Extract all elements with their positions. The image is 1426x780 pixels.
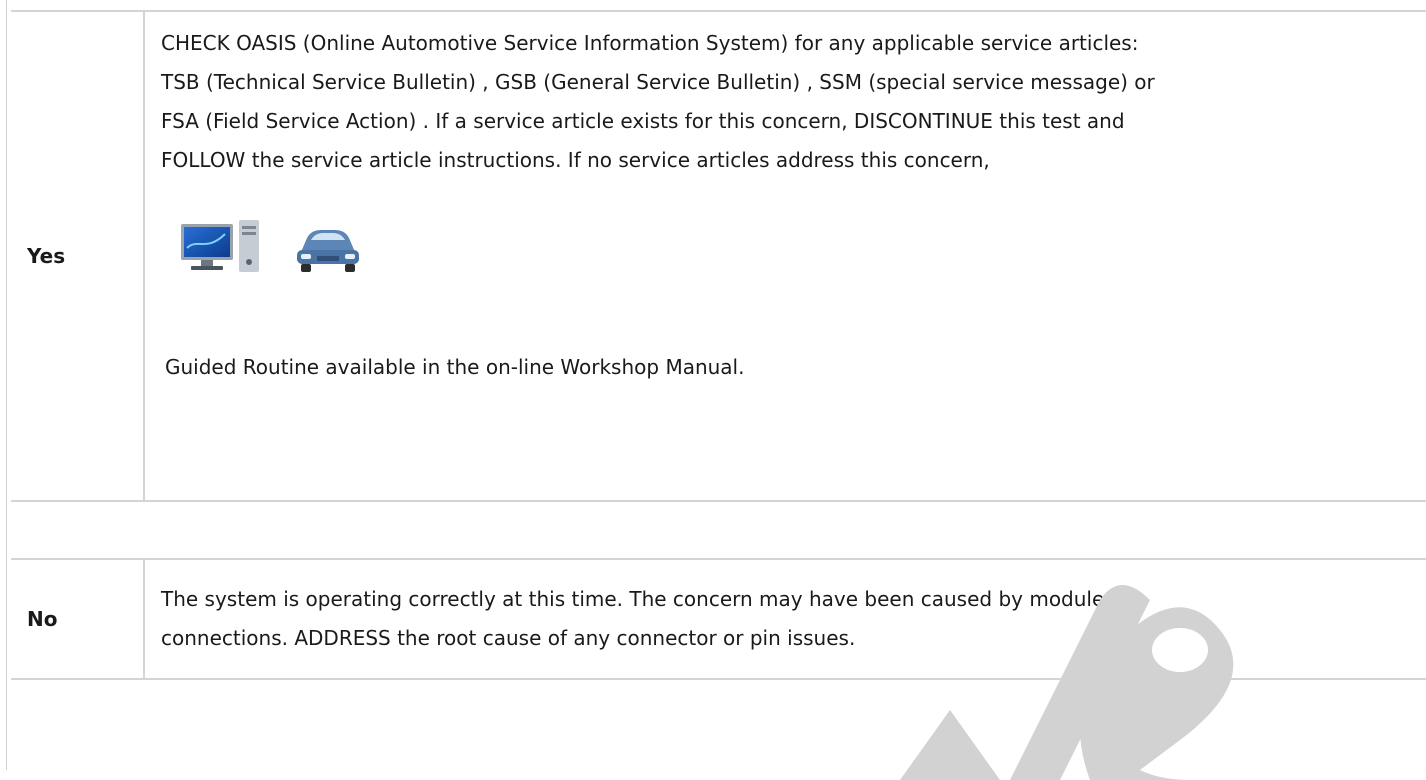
yes-paragraph: CHECK OASIS (Online Automotive Service I… [161,24,1419,180]
yes-row: Yes CHECK OASIS (Online Automotive Servi… [11,11,1426,501]
guided-routine-icons [179,218,1419,288]
yes-line-3: FSA (Field Service Action) . If a servic… [161,109,1125,133]
vehicle-icon[interactable] [293,218,363,289]
no-result-table: No The system is operating correctly at … [11,558,1426,680]
yes-line-1: CHECK OASIS (Online Automotive Service I… [161,31,1139,55]
computer-icon[interactable] [179,218,269,289]
yes-content: CHECK OASIS (Online Automotive Service I… [144,11,1426,501]
no-row: No The system is operating correctly at … [11,559,1426,679]
yes-label: Yes [11,11,145,501]
guided-routine-note: Guided Routine available in the on-line … [165,355,745,379]
no-line-2: connections. ADDRESS the root cause of a… [161,626,856,650]
left-margin-rule [6,0,7,770]
no-content: The system is operating correctly at thi… [144,559,1426,679]
no-label: No [11,559,145,679]
yes-line-2: TSB (Technical Service Bulletin) , GSB (… [161,70,1155,94]
yes-line-4: FOLLOW the service article instructions.… [161,148,990,172]
yes-result-table: Yes CHECK OASIS (Online Automotive Servi… [11,10,1426,502]
no-line-1: The system is operating correctly at thi… [161,587,1105,611]
